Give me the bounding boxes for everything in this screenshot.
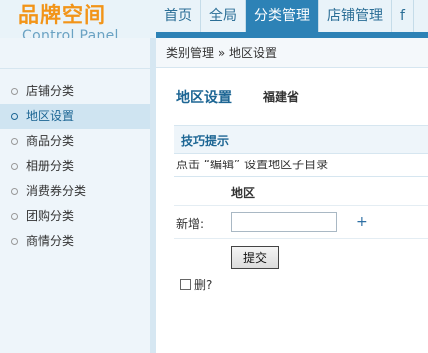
sidebar-item-label: 地区设置 (26, 109, 75, 123)
delete-row: 删? (180, 276, 212, 292)
divider (174, 176, 428, 177)
sidebar-item-groupbuy-category[interactable]: 团购分类 (0, 204, 150, 229)
column-header-region: 地区 (231, 186, 256, 200)
delete-checkbox[interactable] (180, 278, 191, 290)
bullet-icon (11, 113, 18, 120)
bullet-icon (11, 88, 18, 95)
nav-global[interactable]: 全局 (201, 0, 246, 32)
divider (174, 238, 428, 239)
sidebar-item-label: 店铺分类 (26, 84, 75, 98)
sidebar-item-product-category[interactable]: 商品分类 (0, 129, 150, 154)
sidebar-item-coupon-category[interactable]: 消费券分类 (0, 179, 150, 204)
nav-shop-management[interactable]: 店铺管理 (319, 0, 392, 32)
sidebar-divider (0, 68, 150, 69)
sidebar-item-shop-category[interactable]: 店铺分类 (0, 79, 150, 104)
tips-panel: 技巧提示 (174, 125, 428, 154)
nav-category-management[interactable]: 分类管理 (246, 0, 319, 34)
add-label: 新增: (176, 217, 205, 231)
tips-text-area: 点击 “编辑” 设置地区子目录 (176, 160, 428, 170)
tips-text: 点击 “编辑” 设置地区子目录 (176, 160, 329, 170)
divider (174, 205, 428, 206)
nav-item-truncated[interactable]: f (392, 0, 414, 32)
sidebar-item-region-settings[interactable]: 地区设置 (0, 104, 150, 129)
sidebar-item-label: 消费券分类 (26, 184, 87, 198)
main-content: 类别管理 » 地区设置 地区设置 福建省 技巧提示 点击 “编辑” 设置地区子目… (156, 38, 428, 353)
nav-home[interactable]: 首页 (156, 0, 201, 32)
sidebar-item-business-category[interactable]: 商情分类 (0, 229, 150, 254)
bullet-icon (11, 163, 18, 170)
sidebar-item-label: 商情分类 (26, 234, 75, 248)
bullet-icon (11, 188, 18, 195)
brand-logo[interactable]: 品牌空间 (18, 0, 106, 30)
top-header: 品牌空间 Control Panel 首页 全局 分类管理 店铺管理 f (0, 0, 428, 44)
bullet-icon (11, 238, 18, 245)
page-title: 地区设置 (176, 90, 232, 106)
sidebar-item-album-category[interactable]: 相册分类 (0, 154, 150, 179)
sidebar: 店铺分类 地区设置 商品分类 相册分类 消费券分类 团购分类 商情分类 (0, 38, 150, 353)
tips-title: 技巧提示 (181, 134, 230, 148)
bullet-icon (11, 138, 18, 145)
plus-icon[interactable]: + (356, 214, 368, 230)
current-region: 福建省 (263, 90, 300, 104)
sidebar-menu: 店铺分类 地区设置 商品分类 相册分类 消费券分类 团购分类 商情分类 (0, 79, 150, 254)
bullet-icon (11, 213, 18, 220)
sidebar-item-label: 商品分类 (26, 134, 75, 148)
sidebar-item-label: 团购分类 (26, 209, 75, 223)
new-region-input[interactable] (231, 212, 337, 232)
delete-label: 删? (194, 277, 213, 292)
sidebar-item-label: 相册分类 (26, 159, 75, 173)
submit-button[interactable]: 提交 (231, 246, 279, 269)
breadcrumb: 类别管理 » 地区设置 (156, 38, 428, 68)
